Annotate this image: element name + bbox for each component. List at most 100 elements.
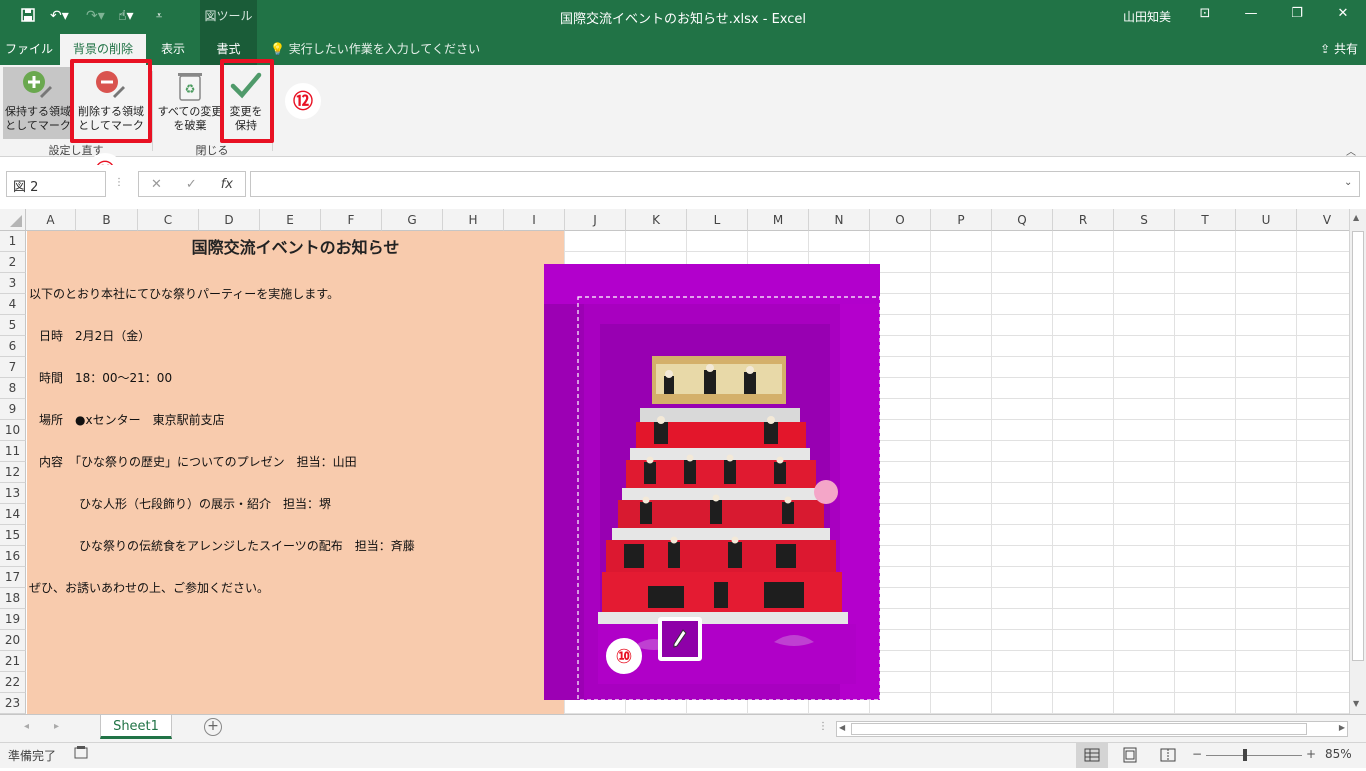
vertical-scrollbar[interactable]: ▲ ▼	[1349, 209, 1366, 714]
cell-date[interactable]: 日時 2月2日（金）	[39, 327, 150, 344]
horizontal-scroll-thumb[interactable]	[851, 723, 1307, 735]
tell-me-box[interactable]: 💡 実行したい作業を入力してください	[270, 34, 480, 65]
close-button[interactable]: ✕	[1328, 6, 1358, 21]
share-button[interactable]: ⇪ 共有	[1320, 34, 1358, 65]
row-header-23[interactable]: 23	[0, 693, 26, 714]
group-separator	[152, 71, 153, 151]
column-header-h[interactable]: H	[443, 209, 504, 231]
function-icon[interactable]: fx	[221, 177, 233, 192]
column-header-u[interactable]: U	[1236, 209, 1297, 231]
row-header-12[interactable]: 12	[0, 462, 26, 483]
row-header-8[interactable]: 8	[0, 378, 26, 399]
new-sheet-icon[interactable]: +	[204, 718, 222, 736]
callout-number-10: ⑩	[606, 638, 642, 674]
row-header-6[interactable]: 6	[0, 336, 26, 357]
cell-intro[interactable]: 以下のとおり本社にてひな祭りパーティーを実施します。	[29, 285, 339, 302]
row-header-13[interactable]: 13	[0, 483, 26, 504]
row-header-14[interactable]: 14	[0, 504, 26, 525]
sheet-heading[interactable]: 国際交流イベントのお知らせ	[27, 234, 564, 258]
cell-time[interactable]: 時間 18：00〜21：00	[39, 369, 172, 386]
column-header-s[interactable]: S	[1114, 209, 1175, 231]
column-header-g[interactable]: G	[382, 209, 443, 231]
macro-record-icon[interactable]	[74, 745, 88, 762]
zoom-in-icon[interactable]: +	[1306, 747, 1316, 761]
column-header-l[interactable]: L	[687, 209, 748, 231]
select-all-corner[interactable]	[0, 209, 26, 231]
minimize-button[interactable]: —	[1236, 6, 1266, 21]
column-header-p[interactable]: P	[931, 209, 992, 231]
column-header-o[interactable]: O	[870, 209, 931, 231]
column-header-n[interactable]: N	[809, 209, 870, 231]
column-header-f[interactable]: F	[321, 209, 382, 231]
column-header-j[interactable]: J	[565, 209, 626, 231]
column-header-q[interactable]: Q	[992, 209, 1053, 231]
zoom-slider-track[interactable]	[1206, 755, 1302, 756]
cell-closing[interactable]: ぜひ、お誘いあわせの上、ご参加ください。	[29, 579, 269, 596]
row-header-11[interactable]: 11	[0, 441, 26, 462]
ribbon-display-button[interactable]: ⊡	[1190, 6, 1220, 21]
row-header-10[interactable]: 10	[0, 420, 26, 441]
expand-formula-icon[interactable]: ⌄	[1344, 177, 1352, 188]
zoom-out-icon[interactable]: −	[1192, 747, 1202, 761]
column-header-i[interactable]: I	[504, 209, 565, 231]
formula-input[interactable]	[250, 171, 1360, 197]
zoom-slider-thumb[interactable]	[1243, 749, 1247, 761]
row-header-3[interactable]: 3	[0, 273, 26, 294]
scroll-down-icon[interactable]: ▼	[1353, 699, 1359, 708]
row-header-19[interactable]: 19	[0, 609, 26, 630]
normal-view-button[interactable]	[1076, 743, 1108, 768]
restore-button[interactable]: ❐	[1282, 6, 1312, 21]
row-header-1[interactable]: 1	[0, 231, 26, 252]
horizontal-scrollbar[interactable]: ◀ ▶	[836, 721, 1348, 737]
vertical-scroll-thumb[interactable]	[1352, 231, 1364, 661]
cancel-icon[interactable]: ✕	[151, 177, 162, 192]
column-header-b[interactable]: B	[76, 209, 138, 231]
column-header-k[interactable]: K	[626, 209, 687, 231]
scroll-right-icon[interactable]: ▶	[1339, 723, 1345, 732]
column-header-a[interactable]: A	[26, 209, 76, 231]
page-layout-view-button[interactable]	[1114, 743, 1146, 768]
enter-icon[interactable]: ✓	[186, 177, 197, 192]
row-header-4[interactable]: 4	[0, 294, 26, 315]
row-header-21[interactable]: 21	[0, 651, 26, 672]
tab-file[interactable]: ファイル	[0, 34, 58, 65]
row-header-2[interactable]: 2	[0, 252, 26, 273]
next-sheet-icon[interactable]: ▸	[54, 721, 59, 732]
row-header-20[interactable]: 20	[0, 630, 26, 651]
row-header-16[interactable]: 16	[0, 546, 26, 567]
column-header-e[interactable]: E	[260, 209, 321, 231]
row-header-7[interactable]: 7	[0, 357, 26, 378]
tab-view[interactable]: 表示	[148, 34, 198, 65]
page-layout-icon	[1123, 747, 1137, 763]
column-header-m[interactable]: M	[748, 209, 809, 231]
scroll-up-icon[interactable]: ▲	[1353, 213, 1359, 222]
zoom-level[interactable]: 85%	[1325, 747, 1352, 761]
row-header-22[interactable]: 22	[0, 672, 26, 693]
name-box-dropdown-icon[interactable]: ⋮	[114, 177, 124, 188]
row-header-5[interactable]: 5	[0, 315, 26, 336]
cell-content-1[interactable]: 内容 「ひな祭りの歴史」についてのプレゼン 担当：山田	[39, 453, 357, 470]
column-header-c[interactable]: C	[138, 209, 199, 231]
cell-content-2[interactable]: ひな人形（七段飾り）の展示・紹介 担当：堺	[79, 495, 331, 512]
mark-keep-button[interactable]: 保持する領域 としてマーク	[3, 67, 73, 139]
cell-content-3[interactable]: ひな祭りの伝統食をアレンジしたスイーツの配布 担当：斉藤	[79, 537, 415, 554]
row-header-18[interactable]: 18	[0, 588, 26, 609]
prev-sheet-icon[interactable]: ◂	[24, 721, 29, 732]
tab-split-handle[interactable]: ⋮	[818, 721, 828, 732]
row-header-15[interactable]: 15	[0, 525, 26, 546]
column-header-t[interactable]: T	[1175, 209, 1236, 231]
row-header-9[interactable]: 9	[0, 399, 26, 420]
cell-place[interactable]: 場所 ●ⅹセンター 東京駅前支店	[39, 411, 225, 428]
page-break-view-button[interactable]	[1152, 743, 1184, 768]
column-header-v[interactable]: V	[1297, 209, 1349, 231]
row-header-17[interactable]: 17	[0, 567, 26, 588]
discard-all-changes-button[interactable]: ♻ すべての変更 を破棄	[156, 67, 224, 139]
column-header-r[interactable]: R	[1053, 209, 1114, 231]
column-header-d[interactable]: D	[199, 209, 260, 231]
collapse-ribbon-icon[interactable]: ︿	[1346, 143, 1356, 158]
user-name[interactable]: 山田知美	[1123, 8, 1171, 25]
hina-doll-picture[interactable]: ⑩	[544, 264, 881, 701]
scroll-left-icon[interactable]: ◀	[839, 723, 845, 732]
name-box[interactable]: 図 2	[6, 171, 106, 197]
sheet-tab-sheet1[interactable]: Sheet1	[100, 715, 172, 739]
